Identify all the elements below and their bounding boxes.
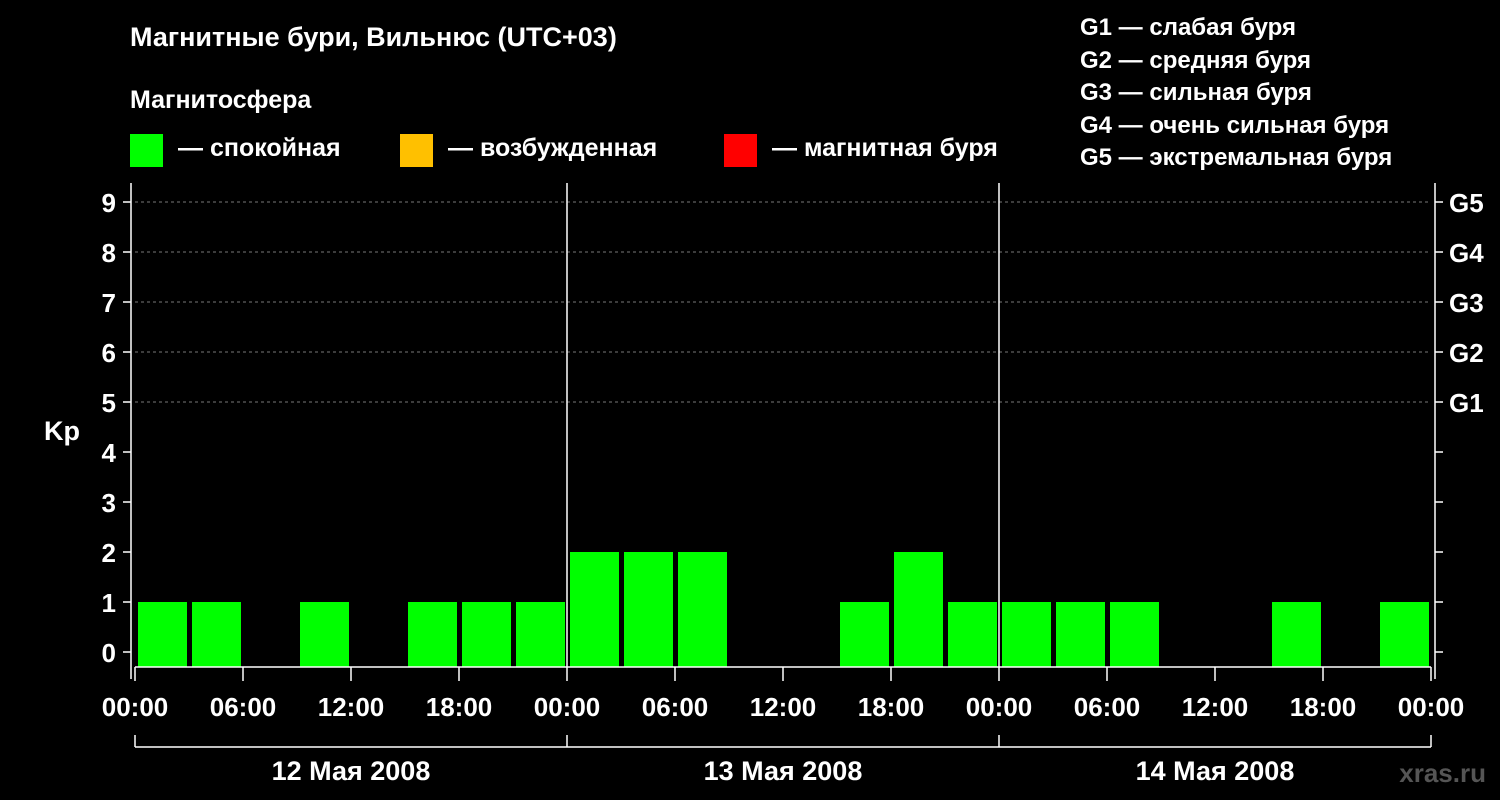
x-tick-label: 18:00 bbox=[1290, 692, 1357, 722]
g-level-label: G2 bbox=[1449, 338, 1484, 368]
kp-bar bbox=[300, 602, 349, 667]
kp-bar bbox=[894, 552, 943, 667]
kp-bar bbox=[624, 552, 673, 667]
kp-bar bbox=[462, 602, 511, 667]
x-tick-label: 00:00 bbox=[966, 692, 1033, 722]
kp-bar bbox=[192, 602, 241, 667]
bar-layer bbox=[138, 552, 1429, 667]
y-tick-label: 9 bbox=[102, 188, 116, 218]
day-label: 13 Мая 2008 bbox=[704, 756, 863, 786]
kp-bar bbox=[570, 552, 619, 667]
kp-bar bbox=[1272, 602, 1321, 667]
kp-bar bbox=[1056, 602, 1105, 667]
x-tick-label: 00:00 bbox=[102, 692, 169, 722]
g-level-label: G4 bbox=[1449, 238, 1484, 268]
kp-bar bbox=[1110, 602, 1159, 667]
kp-bar bbox=[948, 602, 997, 667]
y-tick-label: 4 bbox=[102, 438, 117, 468]
y-tick-label: 5 bbox=[102, 388, 116, 418]
y-tick-label: 1 bbox=[102, 588, 116, 618]
x-tick-label: 12:00 bbox=[750, 692, 817, 722]
x-tick-label: 12:00 bbox=[1182, 692, 1249, 722]
x-tick-label: 00:00 bbox=[534, 692, 601, 722]
y-tick-label: 7 bbox=[102, 288, 116, 318]
kp-bar bbox=[516, 602, 565, 667]
y-tick-label: 2 bbox=[102, 538, 116, 568]
g-level-label: G1 bbox=[1449, 388, 1484, 418]
y-tick-label: 3 bbox=[102, 488, 116, 518]
y-tick-label: 0 bbox=[102, 638, 116, 668]
x-tick-label: 06:00 bbox=[1074, 692, 1141, 722]
y-axis-title: Kp bbox=[44, 416, 80, 446]
g-level-label: G5 bbox=[1449, 188, 1484, 218]
x-tick-label: 18:00 bbox=[858, 692, 925, 722]
x-tick-label: 06:00 bbox=[210, 692, 277, 722]
day-label: 12 Мая 2008 bbox=[272, 756, 431, 786]
y-tick-label: 6 bbox=[102, 338, 116, 368]
x-tick-label: 00:00 bbox=[1398, 692, 1465, 722]
kp-bar bbox=[840, 602, 889, 667]
label-layer: 0 1 2 3 4 5 6 7 8 9 G1 G2 G3 G4 G5 Kp 00:00 06:00 12:00 18:… bbox=[44, 188, 1484, 786]
grid-layer bbox=[135, 201, 1431, 403]
day-label: 14 Мая 2008 bbox=[1136, 756, 1295, 786]
kp-bar bbox=[1002, 602, 1051, 667]
kp-bar bbox=[678, 552, 727, 667]
watermark: xras.ru bbox=[1399, 758, 1486, 788]
kp-bar bbox=[1380, 602, 1429, 667]
kp-bar-chart: 0 1 2 3 4 5 6 7 8 9 G1 G2 G3 G4 G5 Kp 00:00 06:00 12:00 18:… bbox=[44, 183, 1484, 786]
y-tick-label: 8 bbox=[102, 238, 116, 268]
kp-bar bbox=[408, 602, 457, 667]
x-tick-label: 18:00 bbox=[426, 692, 493, 722]
x-tick-label: 06:00 bbox=[642, 692, 709, 722]
g-level-label: G3 bbox=[1449, 288, 1484, 318]
kp-bar bbox=[138, 602, 187, 667]
x-tick-label: 12:00 bbox=[318, 692, 385, 722]
